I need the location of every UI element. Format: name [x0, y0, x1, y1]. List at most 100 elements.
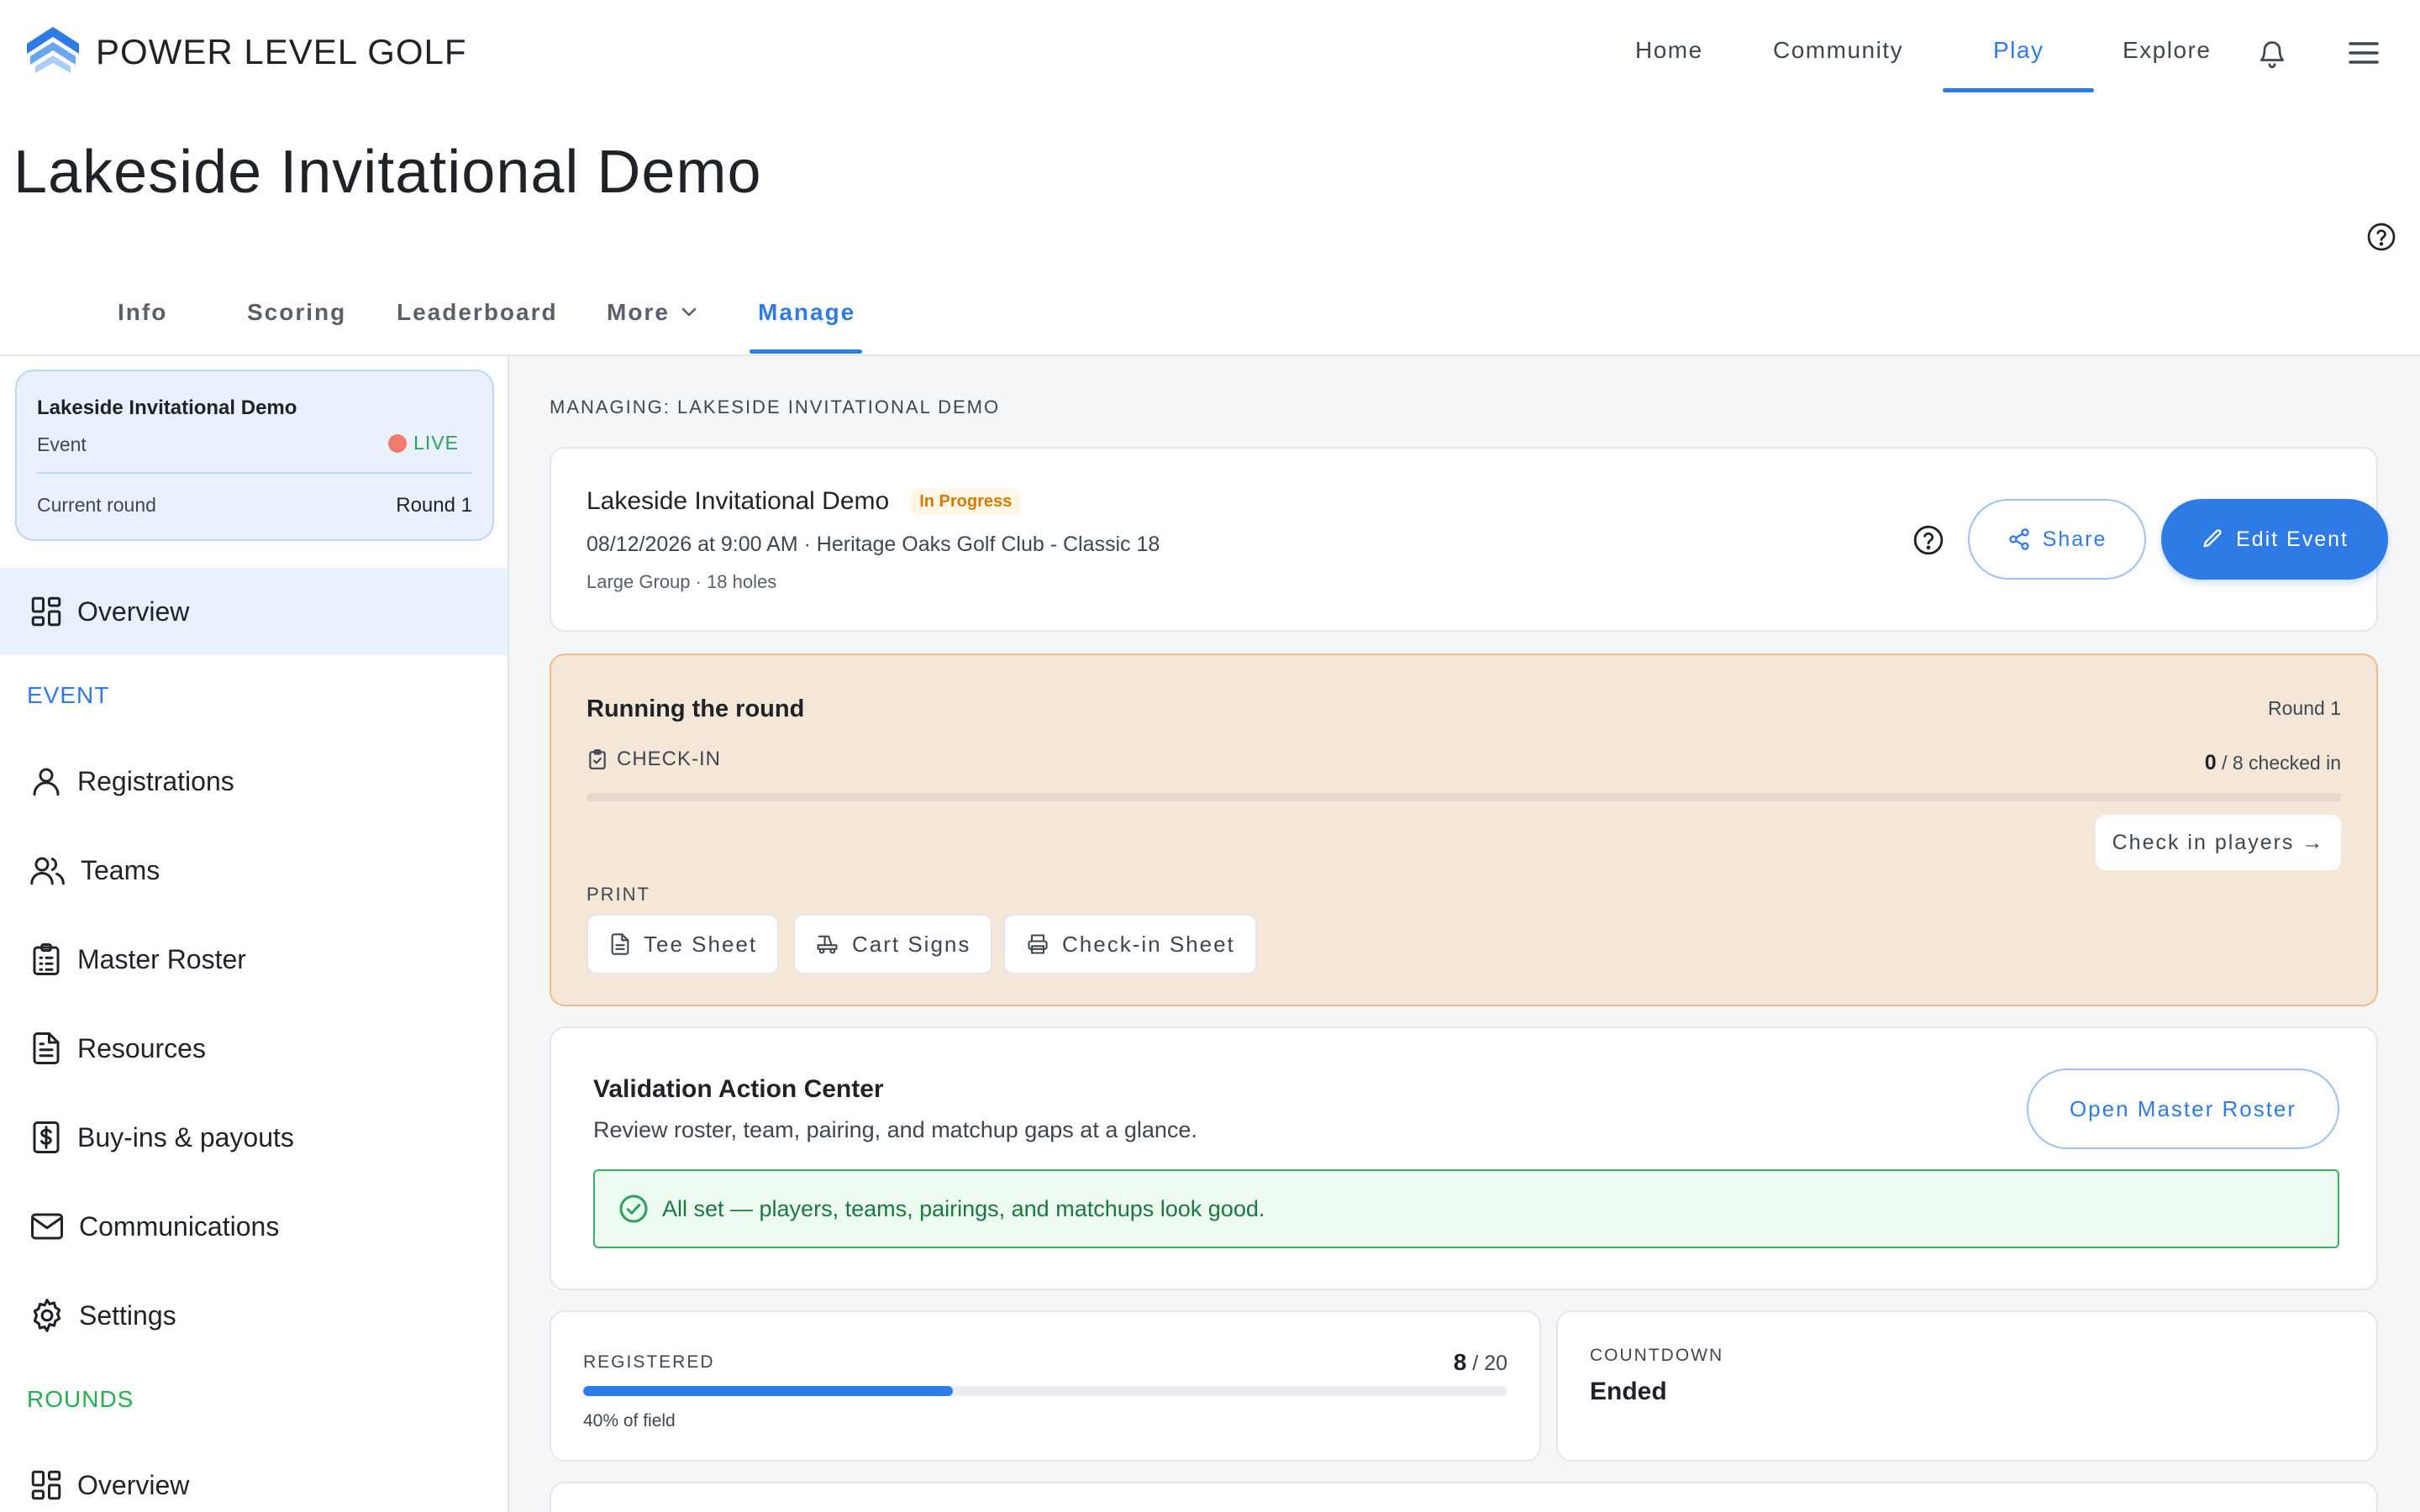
running-round-number: Round 1	[2268, 697, 2341, 719]
manage-main-panel: MANAGING: LAKESIDE INVITATIONAL DEMO Lak…	[509, 356, 2420, 1512]
chevron-logo-icon	[25, 25, 81, 79]
event-card-type: Event	[37, 433, 87, 455]
clipboard-list-icon	[29, 942, 64, 977]
validation-title: Validation Action Center	[593, 1075, 884, 1103]
help-icon[interactable]	[2366, 222, 2396, 252]
event-card-title: Lakeside Invitational Demo	[37, 396, 297, 419]
nav-community[interactable]: Community	[1773, 37, 1903, 64]
check-in-progress-bar	[587, 793, 2341, 801]
check-in-sheet-button[interactable]: Check-in Sheet	[1003, 914, 1257, 974]
event-summary-card: Lakeside Invitational Demo In Progress 0…	[550, 447, 2388, 632]
menu-icon[interactable]	[2348, 40, 2380, 66]
checked-in-count: 0 / 8 checked in	[2205, 751, 2341, 775]
dashboard-icon	[29, 594, 64, 629]
tab-info[interactable]: Info	[118, 299, 167, 326]
sidebar-item-resources[interactable]: Resources	[0, 1005, 508, 1092]
checked-in-number: 0	[2204, 751, 2217, 774]
registered-label: REGISTERED	[583, 1352, 715, 1372]
dollar-icon	[29, 1120, 64, 1155]
sidebar-item-teams[interactable]: Teams	[0, 827, 508, 914]
status-badge: In Progress	[911, 488, 1021, 515]
running-round-title: Running the round	[587, 696, 805, 722]
event-tabs: Info Scoring Leaderboard More Manage	[0, 277, 2420, 356]
sidebar-item-buy-ins[interactable]: Buy-ins & payouts	[0, 1094, 508, 1181]
cart-signs-button[interactable]: Cart Signs	[793, 914, 993, 974]
registered-number: 8	[1453, 1349, 1467, 1375]
current-round-label: Current round	[37, 494, 156, 516]
help-icon[interactable]	[1912, 524, 1944, 556]
registered-count: 8 / 20	[1454, 1349, 1507, 1376]
sidebar-item-label: Settings	[79, 1299, 176, 1331]
open-master-roster-button[interactable]: Open Master Roster	[2027, 1068, 2339, 1149]
page-title: Lakeside Invitational Demo	[13, 139, 762, 206]
check-in-heading: CHECK-IN	[587, 748, 721, 771]
nav-active-indicator	[1943, 88, 2094, 92]
event-date-location: 08/12/2026 at 9:00 AM · Heritage Oaks Go…	[587, 533, 1160, 556]
sidebar-item-label: Registrations	[77, 765, 234, 796]
share-icon	[2007, 528, 2043, 551]
current-round-value: Round 1	[396, 494, 472, 517]
validation-subtitle: Review roster, team, pairing, and matchu…	[593, 1117, 1197, 1142]
countdown-value: Ended	[1590, 1378, 1667, 1405]
sidebar-item-label: Resources	[77, 1032, 206, 1063]
sidebar-section-rounds: ROUNDS	[27, 1386, 134, 1412]
sidebar-item-registrations[interactable]: Registrations	[0, 738, 508, 825]
sidebar-item-label: Teams	[81, 854, 160, 885]
nav-play[interactable]: Play	[1993, 37, 2044, 64]
brand-logo[interactable]: POWER LEVEL GOLF	[25, 25, 467, 79]
clipboard-check-icon	[587, 748, 608, 771]
sidebar-item-label: Overview	[77, 596, 190, 627]
live-status-text: LIVE	[413, 432, 459, 454]
sidebar-item-communications[interactable]: Communications	[0, 1183, 508, 1270]
printer-icon	[1025, 932, 1062, 956]
sidebar-item-overview[interactable]: Overview	[0, 568, 508, 655]
edit-event-button[interactable]: Edit Event	[2161, 499, 2388, 580]
validation-success-text: All set — players, teams, pairings, and …	[662, 1195, 1265, 1221]
registered-total: / 20	[1472, 1352, 1507, 1375]
event-summary-title: Lakeside Invitational Demo	[587, 487, 890, 515]
validation-action-center: Validation Action Center Review roster, …	[550, 1026, 2378, 1290]
registered-percent: 40% of field	[583, 1411, 676, 1431]
tab-active-indicator	[750, 349, 862, 354]
tab-scoring[interactable]: Scoring	[247, 299, 346, 326]
sidebar-item-master-roster[interactable]: Master Roster	[0, 916, 508, 1003]
event-format-details: Large Group · 18 holes	[587, 571, 777, 592]
tab-more-label: More	[607, 299, 670, 325]
print-section-label: PRINT	[587, 884, 650, 905]
check-in-sheet-label: Check-in Sheet	[1062, 931, 1235, 957]
registered-stat-card: REGISTERED 8 / 20 40% of field	[550, 1310, 1541, 1462]
running-round-card: Running the round Round 1 CHECK-IN 0 / 8…	[550, 654, 2378, 1006]
tab-more[interactable]: More	[607, 299, 698, 326]
event-summary-title-row: Lakeside Invitational Demo In Progress	[587, 487, 1021, 516]
users-icon	[29, 853, 67, 888]
sidebar-item-label: Overview	[77, 1469, 190, 1500]
tee-sheet-label: Tee Sheet	[644, 931, 758, 957]
brand-name: POWER LEVEL GOLF	[96, 32, 467, 71]
nav-home[interactable]: Home	[1635, 37, 1703, 64]
check-in-players-button[interactable]: Check in players →	[2096, 815, 2341, 870]
live-dot-icon	[388, 433, 408, 453]
current-event-card: Lakeside Invitational Demo Event LIVE Cu…	[15, 370, 494, 541]
gear-icon	[29, 1297, 66, 1334]
document-icon	[608, 932, 644, 957]
tab-manage[interactable]: Manage	[758, 299, 855, 326]
sidebar-item-label: Master Roster	[77, 943, 246, 974]
tee-sheet-button[interactable]: Tee Sheet	[587, 914, 780, 974]
countdown-stat-card: COUNTDOWN Ended	[1556, 1310, 2378, 1462]
check-in-label: CHECK-IN	[617, 748, 722, 770]
sidebar-item-label: Communications	[79, 1210, 280, 1242]
event-card-divider	[37, 472, 472, 474]
user-icon	[29, 764, 64, 799]
nav-explore[interactable]: Explore	[2123, 37, 2211, 64]
share-button-label: Share	[2042, 527, 2107, 551]
live-status-badge: LIVE	[388, 432, 459, 454]
share-button[interactable]: Share	[1968, 499, 2146, 580]
bell-icon[interactable]	[2257, 37, 2287, 71]
sidebar-item-settings[interactable]: Settings	[0, 1272, 508, 1359]
tab-leaderboard[interactable]: Leaderboard	[397, 299, 558, 326]
dashboard-icon	[29, 1467, 64, 1503]
sidebar-item-label: Buy-ins & payouts	[77, 1121, 294, 1152]
countdown-label: COUNTDOWN	[1590, 1346, 1724, 1365]
checked-in-total: / 8 checked in	[2222, 752, 2341, 774]
sidebar-item-rounds-overview[interactable]: Overview	[0, 1441, 508, 1512]
